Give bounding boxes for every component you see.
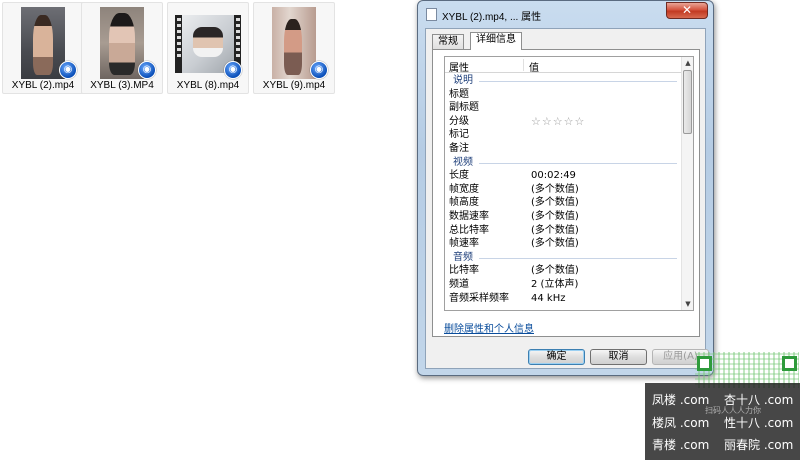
scrollbar-thumb[interactable] [683, 70, 692, 134]
scroll-up-arrow-icon[interactable]: ▲ [683, 58, 693, 68]
watermark-text: 青楼 .com [652, 438, 710, 452]
remove-properties-link[interactable]: 删除属性和个人信息 [444, 320, 534, 335]
property-row[interactable]: 副标题 [445, 101, 681, 115]
property-name: 副标题 [449, 102, 479, 114]
property-row[interactable]: 备注 [445, 142, 681, 156]
watermark-text: 丽春院 .com [724, 438, 794, 452]
file-item-2[interactable]: ◉ XYBL (3).MP4 [81, 2, 163, 94]
property-value: (多个数值) [531, 224, 579, 236]
tab-general[interactable]: 常规 [432, 34, 464, 49]
property-name: 比特率 [449, 265, 479, 277]
vertical-scrollbar[interactable]: ▲ ▼ [681, 57, 693, 310]
watermark-text: 性十八 .com [724, 416, 794, 430]
property-rows: 说明 标题 副标题 分级 ☆☆☆☆☆ 标记 备注 视频 长度 00:02:49 帧宽… [445, 74, 681, 305]
watermark-subtext: 扫码人人人力你 [705, 406, 761, 415]
property-name: 备注 [449, 142, 469, 154]
file-item-4[interactable]: ◉ XYBL (9).mp4 [253, 2, 335, 94]
file-item-3[interactable]: ◉ XYBL (8).mp4 [167, 2, 249, 94]
property-row[interactable]: 标题 [445, 88, 681, 102]
column-header-property[interactable]: 属性 [449, 59, 469, 74]
property-name: 音频采样频率 [449, 292, 509, 304]
watermark-box: 凤楼 .com 杏十八 .com 楼凤 .com 性十八 .com 青楼 .com 丽… [645, 383, 800, 460]
media-player-icon: ◉ [310, 61, 328, 79]
property-name: 帧速率 [449, 238, 479, 250]
property-name: 标题 [449, 88, 469, 100]
property-row[interactable]: 数据速率 (多个数值) [445, 210, 681, 224]
property-value: (多个数值) [531, 197, 579, 209]
property-name: 帧宽度 [449, 183, 479, 195]
property-value: 44 kHz [531, 292, 566, 304]
property-row[interactable]: 帧高度 (多个数值) [445, 196, 681, 210]
file-name: XYBL (8).mp4 [176, 80, 240, 91]
property-row[interactable]: 总比特率 (多个数值) [445, 224, 681, 238]
ok-button[interactable]: 确定 [528, 349, 585, 365]
property-value: (多个数值) [531, 183, 579, 195]
section-audio: 音频 [445, 251, 681, 265]
property-row[interactable]: 长度 00:02:49 [445, 169, 681, 183]
column-header-value[interactable]: 值 [529, 59, 539, 74]
tab-details[interactable]: 详细信息 [470, 32, 522, 50]
section-label: 视频 [453, 156, 473, 168]
section-label: 说明 [453, 75, 473, 86]
property-value: (多个数值) [531, 210, 579, 222]
property-name: 总比特率 [449, 224, 489, 236]
media-player-icon: ◉ [224, 61, 242, 79]
property-name: 帧高度 [449, 197, 479, 209]
property-row[interactable]: 标记 [445, 128, 681, 142]
close-button[interactable]: ✕ [666, 2, 708, 19]
rating-stars[interactable]: ☆☆☆☆☆ [531, 115, 585, 128]
property-name: 数据速率 [449, 210, 489, 222]
file-item-1[interactable]: ◉ XYBL (2).mp4 [2, 2, 84, 94]
section-video: 视频 [445, 156, 681, 170]
property-row[interactable]: 帧速率 (多个数值) [445, 237, 681, 251]
property-value: (多个数值) [531, 265, 579, 277]
property-row[interactable]: 帧宽度 (多个数值) [445, 183, 681, 197]
scroll-down-arrow-icon[interactable]: ▼ [683, 299, 693, 309]
property-row[interactable]: 频道 2 (立体声) [445, 278, 681, 292]
property-name: 标记 [449, 129, 469, 141]
property-value: 2 (立体声) [531, 278, 579, 290]
property-row[interactable]: 音频采样频率 44 kHz [445, 292, 681, 306]
property-name: 分级 [449, 115, 469, 127]
property-list[interactable]: 属性 值 说明 标题 副标题 分级 ☆☆☆☆☆ 标记 备注 视频 长度 00:0… [444, 56, 694, 311]
property-row[interactable]: 比特率 (多个数值) [445, 264, 681, 278]
details-tab-page: 属性 值 说明 标题 副标题 分级 ☆☆☆☆☆ 标记 备注 视频 长度 00:0… [432, 49, 700, 337]
media-player-icon: ◉ [59, 61, 77, 79]
properties-dialog: XYBL (2).mp4, ... 属性 ✕ 常规 详细信息 属性 值 说明 标… [417, 0, 714, 376]
property-row[interactable]: 分级 ☆☆☆☆☆ [445, 115, 681, 129]
section-label: 音频 [453, 251, 473, 263]
media-player-icon: ◉ [138, 61, 156, 79]
property-name: 长度 [449, 170, 469, 182]
section-description: 说明 [445, 74, 681, 88]
property-name: 频道 [449, 278, 469, 290]
title-bar[interactable]: XYBL (2).mp4, ... 属性 ✕ [418, 1, 713, 27]
property-value: (多个数值) [531, 238, 579, 250]
file-name: XYBL (9).mp4 [262, 80, 326, 91]
file-icon [426, 8, 437, 21]
file-name: XYBL (2).mp4 [11, 80, 75, 91]
dialog-title: XYBL (2).mp4, ... 属性 [442, 12, 542, 23]
file-name: XYBL (3).MP4 [90, 80, 154, 91]
dialog-client: 常规 详细信息 属性 值 说明 标题 副标题 分级 ☆☆☆☆☆ 标记 备注 视频… [425, 28, 709, 369]
list-header: 属性 值 [445, 57, 681, 74]
watermark-text: 楼凤 .com [652, 416, 710, 430]
property-value: 00:02:49 [531, 170, 576, 182]
cancel-button[interactable]: 取消 [590, 349, 647, 365]
